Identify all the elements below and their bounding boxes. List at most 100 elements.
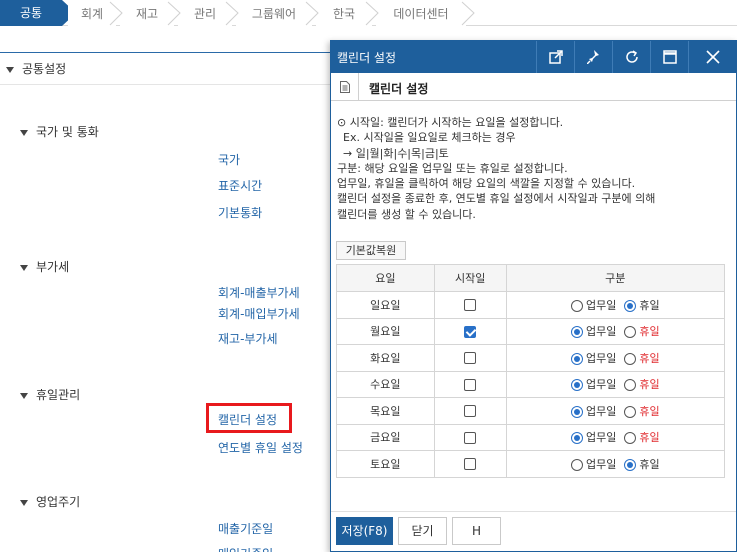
start-day-cell <box>433 423 507 451</box>
workday-radio-option[interactable]: 업무일 <box>570 350 617 366</box>
close-button[interactable]: 닫기 <box>398 517 447 545</box>
workday-radio-option[interactable]: 업무일 <box>570 429 616 445</box>
tree-group-vat[interactable]: 부가세 <box>20 258 69 275</box>
type-cell: 업무일 휴일 <box>505 450 726 478</box>
tree-item-purchase-vat[interactable]: 회계-매입부가세 <box>218 305 300 322</box>
start-day-cell <box>433 450 507 478</box>
table-row: 금요일 업무일 휴일 <box>336 423 726 451</box>
workday-radio[interactable] <box>570 405 583 418</box>
holiday-radio-option[interactable]: 휴일 <box>624 323 660 339</box>
start-day-checkbox[interactable] <box>464 458 477 471</box>
start-day-checkbox[interactable] <box>464 405 477 418</box>
workday-radio[interactable] <box>570 458 583 471</box>
tree-group-business-cycle[interactable]: 영업주기 <box>20 493 80 510</box>
table-row: 목요일 업무일 휴일 <box>336 397 726 425</box>
workday-label: 업무일 <box>585 325 617 339</box>
workday-radio[interactable] <box>570 379 583 392</box>
tree-root-common-settings[interactable]: 공통설정 <box>6 60 66 77</box>
footer-divider <box>331 511 736 512</box>
column-header-day: 요일 <box>336 264 435 292</box>
tree-item-base-currency[interactable]: 기본통화 <box>218 204 262 221</box>
start-day-checkbox[interactable] <box>464 299 477 312</box>
start-day-cell <box>433 317 507 345</box>
tree-item-yearly-holiday[interactable]: 연도별 휴일 설정 <box>218 439 303 456</box>
holiday-label: 휴일 <box>639 298 660 312</box>
maximize-icon[interactable] <box>650 41 688 73</box>
restore-default-button[interactable]: 기본값복원 <box>336 241 406 260</box>
desc-line: 캘린더를 생성 할 수 있습니다. <box>337 207 476 221</box>
weekday-cell: 화요일 <box>336 344 435 372</box>
weekday-table: 요일 시작일 구분 일요일 업무일 휴일 월요일 업무일 휴일 화요일 업무일 휴일 수요일 업무일… <box>336 264 726 478</box>
dialog-title: 캘린더 설정 <box>337 51 397 65</box>
type-cell: 업무일 휴일 <box>505 291 726 319</box>
external-link-icon[interactable] <box>536 41 574 73</box>
holiday-radio[interactable] <box>624 379 637 392</box>
holiday-radio-option[interactable]: 휴일 <box>624 456 660 472</box>
highlight-box <box>206 403 292 433</box>
table-row: 일요일 업무일 휴일 <box>336 291 726 319</box>
save-button[interactable]: 저장(F8) <box>336 517 393 545</box>
workday-radio[interactable] <box>570 352 583 365</box>
workday-label: 업무일 <box>585 404 617 418</box>
holiday-radio[interactable] <box>624 405 637 418</box>
caret-down-icon <box>20 264 28 271</box>
h-button[interactable]: H <box>452 517 501 545</box>
desc-line: ⊙ 시작일: 캘린더가 시작하는 요일을 설정합니다. <box>337 116 564 129</box>
desc-line: 업무일, 휴일을 클릭하여 해당 요일의 색깔을 지정할 수 있습니다. <box>337 177 636 191</box>
type-cell: 업무일 휴일 <box>505 344 726 372</box>
module-tabs: 공통 회계 재고 관리 그룹웨어 한국 데이터센터 <box>0 0 737 26</box>
desc-line: Ex. 시작일을 일요일로 체크하는 경우 <box>343 131 516 145</box>
start-day-checkbox[interactable] <box>464 352 477 365</box>
tree-item-sales-base-date[interactable]: 매출기준일 <box>218 520 273 537</box>
workday-radio-option[interactable]: 업무일 <box>570 323 617 339</box>
desc-line: 캘린더 설정을 종료한 후, 연도별 휴일 설정에서 시작일과 구분에 의해 <box>337 192 656 206</box>
holiday-radio[interactable] <box>624 432 637 445</box>
tree-item-sales-vat[interactable]: 회계-매출부가세 <box>218 284 300 301</box>
holiday-radio-option[interactable]: 휴일 <box>624 297 660 313</box>
workday-radio-option[interactable]: 업무일 <box>570 403 617 419</box>
holiday-label: 휴일 <box>639 457 660 471</box>
tree-item-country[interactable]: 국가 <box>218 151 240 168</box>
tree-item-purchase-base-date[interactable]: 매입기준일 <box>218 545 273 552</box>
close-icon[interactable] <box>688 41 736 73</box>
pin-icon[interactable] <box>574 41 612 73</box>
holiday-radio-option[interactable]: 휴일 <box>624 376 660 392</box>
holiday-radio-option[interactable]: 휴일 <box>624 350 660 366</box>
holiday-radio-option[interactable]: 휴일 <box>624 429 660 445</box>
workday-label: 업무일 <box>585 457 617 471</box>
holiday-radio[interactable] <box>624 458 637 471</box>
holiday-radio-option[interactable]: 휴일 <box>624 403 660 419</box>
workday-radio-option[interactable]: 업무일 <box>570 456 617 472</box>
workday-radio-option[interactable]: 업무일 <box>570 297 617 313</box>
workday-label: 업무일 <box>585 351 617 365</box>
column-header-start: 시작일 <box>433 264 507 292</box>
weekday-cell: 일요일 <box>336 291 435 319</box>
workday-radio[interactable] <box>570 432 583 445</box>
workday-label: 업무일 <box>585 298 617 312</box>
start-day-checkbox[interactable] <box>464 325 477 338</box>
holiday-radio[interactable] <box>624 299 637 312</box>
tree-item-inventory-vat[interactable]: 재고-부가세 <box>218 330 278 347</box>
holiday-label: 휴일 <box>639 351 660 365</box>
refresh-icon[interactable] <box>612 41 650 73</box>
tree-root-label: 공통설정 <box>22 62 67 76</box>
holiday-label: 휴일 <box>639 325 660 339</box>
start-day-checkbox[interactable] <box>464 431 477 444</box>
weekday-cell: 목요일 <box>336 397 435 425</box>
holiday-radio[interactable] <box>624 326 637 339</box>
description-text: ⊙ 시작일: 캘린더가 시작하는 요일을 설정합니다. Ex. 시작일을 일요일… <box>337 115 732 222</box>
desc-line: → 일|월|화|수|목|금|토 <box>343 146 449 160</box>
tree-item-standard-time[interactable]: 표준시간 <box>218 177 262 194</box>
start-day-checkbox[interactable] <box>464 378 477 391</box>
start-day-cell <box>433 344 507 372</box>
caret-down-icon <box>20 499 28 506</box>
workday-radio[interactable] <box>570 326 583 339</box>
workday-radio[interactable] <box>570 299 583 312</box>
tree-group-country-currency[interactable]: 국가 및 통화 <box>20 123 99 140</box>
holiday-label: 휴일 <box>639 431 660 445</box>
tree-group-holiday[interactable]: 휴일관리 <box>20 386 80 403</box>
caret-down-icon <box>6 66 14 73</box>
group-label: 국가 및 통화 <box>36 125 99 139</box>
workday-radio-option[interactable]: 업무일 <box>570 376 616 392</box>
holiday-radio[interactable] <box>624 352 637 365</box>
